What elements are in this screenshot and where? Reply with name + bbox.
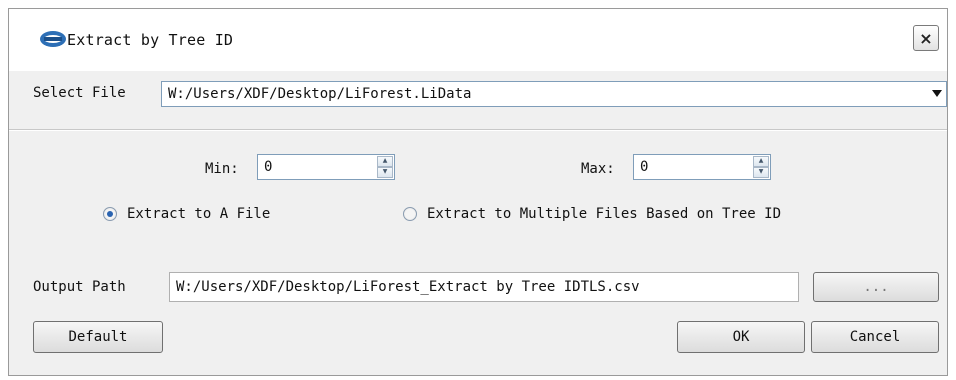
extract-single-label[interactable]: Extract to A File bbox=[127, 206, 270, 222]
output-path-value: W:/Users/XDF/Desktop/LiForest_Extract by… bbox=[176, 279, 640, 295]
ok-button-label: OK bbox=[732, 329, 750, 345]
app-logo-icon bbox=[40, 31, 66, 47]
default-button-label: Default bbox=[68, 329, 128, 345]
min-label: Min: bbox=[205, 161, 239, 177]
max-value: 0 bbox=[640, 159, 649, 175]
max-stepper: ▲ ▼ bbox=[753, 156, 769, 178]
close-icon: × bbox=[919, 28, 933, 48]
section-divider bbox=[9, 129, 947, 131]
extract-multiple-radio[interactable] bbox=[403, 207, 417, 221]
title-bar: Extract by Tree ID × bbox=[9, 9, 947, 71]
min-value: 0 bbox=[264, 159, 273, 175]
extract-multiple-label[interactable]: Extract to Multiple Files Based on Tree … bbox=[427, 206, 781, 222]
close-button[interactable]: × bbox=[913, 25, 939, 51]
output-path-label: Output Path bbox=[33, 279, 126, 295]
select-file-value: W:/Users/XDF/Desktop/LiForest.LiData bbox=[168, 86, 472, 102]
min-stepper: ▲ ▼ bbox=[377, 156, 393, 178]
cancel-button[interactable]: Cancel bbox=[811, 321, 939, 353]
min-decrement-button[interactable]: ▼ bbox=[377, 167, 393, 178]
chevron-down-icon bbox=[932, 90, 942, 97]
cancel-button-label: Cancel bbox=[849, 329, 901, 345]
browse-button[interactable]: ... bbox=[813, 272, 939, 302]
min-spinbox[interactable]: 0 ▲ ▼ bbox=[257, 154, 395, 180]
extract-single-radio[interactable] bbox=[103, 207, 117, 221]
extract-dialog: Extract by Tree ID × Select File W:/User… bbox=[8, 8, 948, 376]
max-label: Max: bbox=[581, 161, 615, 177]
max-increment-button[interactable]: ▲ bbox=[753, 156, 769, 167]
max-decrement-button[interactable]: ▼ bbox=[753, 167, 769, 178]
min-increment-button[interactable]: ▲ bbox=[377, 156, 393, 167]
default-button[interactable]: Default bbox=[33, 321, 163, 353]
browse-button-label: ... bbox=[863, 279, 889, 295]
select-file-dropdown[interactable]: W:/Users/XDF/Desktop/LiForest.LiData bbox=[161, 81, 947, 107]
ok-button[interactable]: OK bbox=[677, 321, 805, 353]
select-file-label: Select File bbox=[33, 85, 126, 101]
max-spinbox[interactable]: 0 ▲ ▼ bbox=[633, 154, 771, 180]
output-path-field[interactable]: W:/Users/XDF/Desktop/LiForest_Extract by… bbox=[169, 272, 799, 302]
dialog-title: Extract by Tree ID bbox=[67, 31, 234, 49]
